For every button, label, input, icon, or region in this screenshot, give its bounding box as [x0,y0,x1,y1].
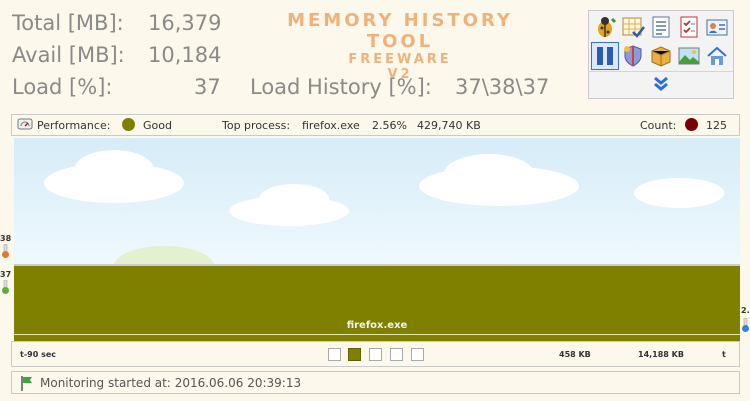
expand-toolbar-button[interactable] [589,71,733,99]
right-value-label: 2. [741,306,750,315]
top-process-percent: 2.56% [372,119,407,132]
count-dot [685,118,698,131]
logo-subtitle: FREEWARE [348,52,452,67]
timeline-end-label: t [722,350,726,359]
top-process-label: Top process: [222,119,291,132]
timeline-value-2: 14,188 KB [638,350,684,359]
thermometer-low-icon [1,279,10,296]
status-text: Monitoring started at: 2016.06.06 20:39:… [40,376,301,390]
timeline-value-1: 458 KB [559,350,591,359]
page-5-button[interactable] [411,348,424,361]
package-icon[interactable] [647,42,675,70]
status-label: Monitoring started at: [40,376,171,390]
document-list-icon[interactable] [647,13,675,41]
toolbar [588,10,734,99]
thermometer-right-icon [741,317,750,334]
bug-icon[interactable] [591,13,619,41]
left-high-label: 38 [0,234,12,243]
page-1-button[interactable] [328,348,341,361]
top-process-name: firefox.exe [302,119,360,132]
performance-status-dot [122,118,135,131]
graph-process-label: firefox.exe [346,320,408,331]
top-process-memory: 429,740 KB [417,119,481,132]
performance-label: Performance: [37,119,111,132]
flag-icon [20,375,34,394]
total-value: 16,379 [148,11,222,35]
checklist-icon[interactable] [675,13,703,41]
left-low-label: 37 [0,270,12,279]
home-icon[interactable] [703,42,731,70]
shield-icon[interactable] [619,42,647,70]
performance-status: Good [143,119,172,132]
memory-history-graph: firefox.exe [14,138,740,341]
load-value: 37 [194,75,221,99]
speedometer-icon [17,117,33,134]
avail-label: Avail [MB]: [12,43,125,67]
app-logo: MEMORY HISTORY TOOL FREEWARE V2 [255,10,545,82]
status-bar: Monitoring started at: 2016.06.06 20:39:… [11,371,740,394]
contact-card-icon[interactable] [703,13,731,41]
page-4-button[interactable] [390,348,403,361]
picture-icon[interactable] [675,42,703,70]
count-value: 125 [706,119,727,132]
load-label: Load [%]: [12,75,113,99]
avail-value: 10,184 [148,43,222,67]
logo-version: V2 [387,67,413,82]
double-chevron-down-icon [652,75,670,97]
timeline-start-label: t-90 sec [20,350,56,359]
timeline-bar: t-90 sec 458 KB 14,188 KB t [11,341,740,367]
logo-title: MEMORY HISTORY TOOL [287,10,513,52]
total-label: Total [MB]: [12,11,124,35]
page-2-button[interactable] [348,348,361,361]
page-3-button[interactable] [369,348,382,361]
pause-icon[interactable] [591,42,619,70]
performance-bar: Performance: Good Top process: firefox.e… [11,114,740,136]
table-check-icon[interactable] [619,13,647,41]
count-label: Count: [640,119,677,132]
thermometer-high-icon [1,243,10,260]
status-timestamp: 2016.06.06 20:39:13 [174,376,302,390]
